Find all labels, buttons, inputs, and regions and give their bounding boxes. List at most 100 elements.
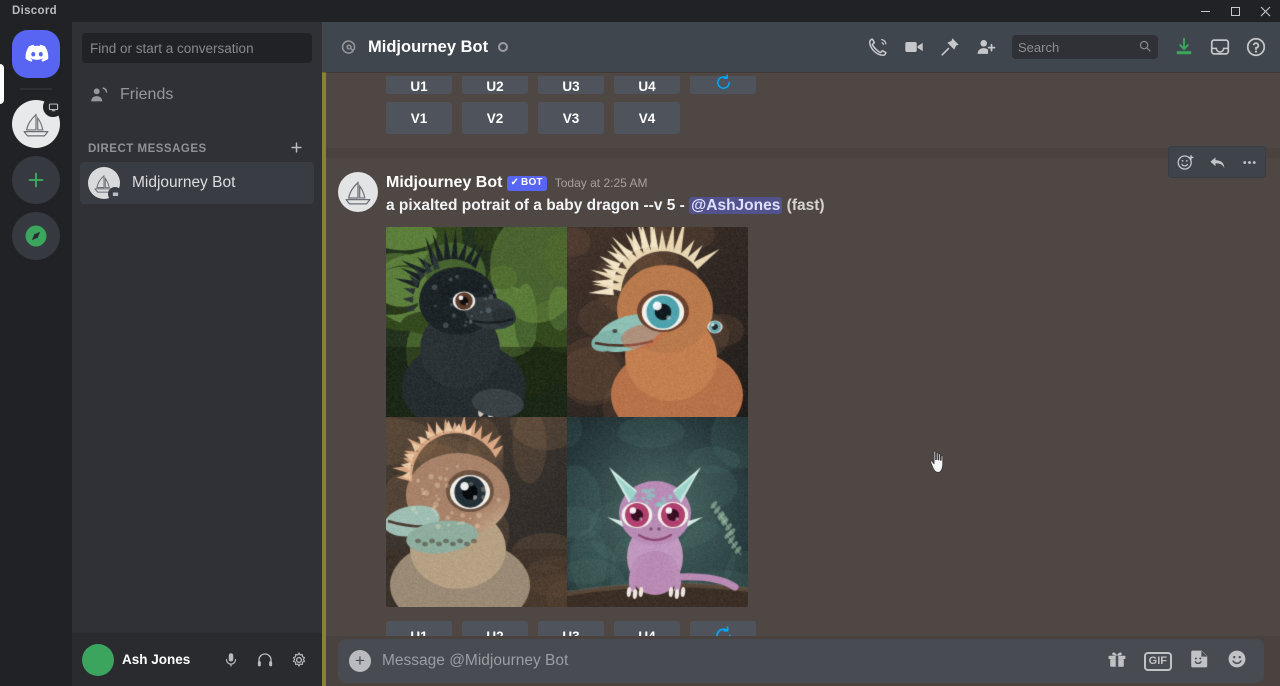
search-icon [1138, 39, 1152, 56]
panel-divider [322, 72, 326, 686]
chat-panel: Midjourney Bot Search U1 U2 U3 U4 V1 V2 … [322, 22, 1280, 686]
v4-button-previous[interactable]: V4 [614, 102, 680, 134]
refresh-button-previous[interactable] [690, 76, 756, 94]
pin-icon[interactable] [934, 31, 966, 63]
message-current: Midjourney Bot ✓ BOT Today at 2:25 AM a … [322, 158, 1280, 659]
refresh-icon [715, 74, 732, 94]
conversation-search-input[interactable]: Find or start a conversation [82, 33, 312, 63]
message-previous: U1 U2 U3 U4 V1 V2 V3 V4 [322, 72, 1280, 148]
search-placeholder: Search [1018, 40, 1138, 55]
active-server-pill [0, 64, 4, 104]
message-header: Midjourney Bot ✓ BOT Today at 2:25 AM [386, 172, 1264, 194]
message-list: U1 U2 U3 U4 V1 V2 V3 V4 Midjourney Bot ✓… [322, 72, 1280, 686]
mention-ashjones[interactable]: @AshJones [689, 197, 782, 214]
monitor-icon [112, 191, 119, 198]
microphone-icon[interactable] [216, 645, 246, 675]
sidebar-item-home[interactable] [12, 30, 60, 78]
app-title: Discord [12, 5, 57, 17]
call-icon[interactable] [862, 31, 894, 63]
monitor-icon [48, 102, 59, 113]
gif-icon[interactable]: GIF [1144, 652, 1172, 671]
channel-header: Midjourney Bot Search [322, 22, 1280, 72]
reply-icon[interactable] [1201, 147, 1233, 177]
headphones-icon[interactable] [250, 645, 280, 675]
composer-wrap: + Message @Midjourney Bot GIF [322, 636, 1280, 686]
dm-sidebar: Find or start a conversation Friends DIR… [72, 22, 322, 686]
add-friend-icon[interactable] [970, 31, 1002, 63]
window-controls [1190, 0, 1280, 22]
message-suffix: (fast) [782, 197, 824, 214]
grid-image-2[interactable] [567, 227, 748, 417]
sailboat-icon [341, 175, 375, 209]
rail-divider [20, 88, 52, 90]
help-icon[interactable] [1240, 31, 1272, 63]
status-offline-icon [498, 42, 508, 52]
u2-button-previous[interactable]: U2 [462, 76, 528, 94]
grid-image-4[interactable] [567, 417, 748, 607]
inbox-download-icon[interactable] [1168, 31, 1200, 63]
inbox-icon[interactable] [1204, 31, 1236, 63]
sidebar-scroll: Friends DIRECT MESSAGES Midjourney Bot [72, 74, 322, 633]
message-composer[interactable]: + Message @Midjourney Bot GIF [338, 639, 1264, 683]
sidebar-item-friends-label: Friends [120, 86, 173, 104]
status-badge [108, 187, 122, 201]
discord-window: Discord Find or start a conversation Fri… [0, 0, 1280, 686]
channel-title: Midjourney Bot [368, 38, 488, 57]
server-rail [0, 22, 72, 686]
plus-icon [25, 169, 47, 191]
new-dm-button[interactable] [289, 140, 306, 158]
message-input-placeholder[interactable]: Message @Midjourney Bot [382, 652, 1106, 670]
image-grid[interactable] [386, 227, 748, 607]
message-hover-actions [1168, 146, 1266, 178]
dm-item-midjourney-bot[interactable]: Midjourney Bot [80, 162, 314, 204]
message-author[interactable]: Midjourney Bot [386, 174, 502, 192]
message-timestamp: Today at 2:25 AM [555, 176, 648, 190]
gear-icon[interactable] [284, 645, 314, 675]
v2-button-previous[interactable]: V2 [462, 102, 528, 134]
grid-image-3[interactable] [386, 417, 567, 607]
emoji-icon[interactable] [1226, 648, 1248, 675]
more-icon[interactable] [1233, 147, 1265, 177]
current-user-name: Ash Jones [122, 652, 190, 667]
conversation-search-placeholder: Find or start a conversation [90, 41, 254, 56]
conversation-search-wrap: Find or start a conversation [72, 22, 322, 74]
bot-tag-label: BOT [521, 177, 543, 188]
u4-button-previous[interactable]: U4 [614, 76, 680, 94]
channel-header-actions: Search [862, 31, 1272, 63]
v3-button-previous[interactable]: V3 [538, 102, 604, 134]
u1-button-previous[interactable]: U1 [386, 76, 452, 94]
attach-button[interactable]: + [338, 650, 382, 672]
video-icon[interactable] [898, 31, 930, 63]
gift-icon[interactable] [1106, 648, 1128, 675]
maximize-button[interactable] [1220, 0, 1250, 22]
grid-image-1[interactable] [386, 227, 567, 417]
add-reaction-icon[interactable] [1169, 147, 1201, 177]
discord-logo-icon [22, 40, 50, 68]
sidebar-item-friends[interactable]: Friends [80, 74, 314, 116]
verified-check-icon: ✓ [510, 177, 519, 188]
close-button[interactable] [1250, 0, 1280, 22]
sticker-icon[interactable] [1188, 648, 1210, 675]
minimize-button[interactable] [1190, 0, 1220, 22]
dm-item-label: Midjourney Bot [132, 174, 235, 192]
sidebar-item-explore[interactable] [12, 212, 60, 260]
composer-icons: GIF [1106, 648, 1248, 675]
message-prompt: a pixalted potrait of a baby dragon --v … [386, 197, 689, 214]
bot-status-badge [43, 97, 63, 117]
plus-icon: + [349, 650, 371, 672]
user-panel-icons [216, 645, 314, 675]
avatar[interactable] [82, 644, 114, 676]
title-bar: Discord [0, 0, 1280, 22]
v1-button-previous[interactable]: V1 [386, 102, 452, 134]
compass-icon [22, 222, 50, 250]
u3-button-previous[interactable]: U3 [538, 76, 604, 94]
variation-button-row-previous: V1 V2 V3 V4 [386, 94, 1264, 134]
search-input[interactable]: Search [1012, 35, 1158, 59]
message-content: a pixalted potrait of a baby dragon --v … [386, 196, 1264, 217]
sidebar-item-add-server[interactable] [12, 156, 60, 204]
avatar[interactable] [338, 172, 378, 212]
direct-messages-header: DIRECT MESSAGES [80, 122, 314, 162]
sidebar-item-midjourney-dm[interactable] [12, 100, 60, 148]
avatar [88, 167, 120, 199]
user-panel: Ash Jones [72, 633, 322, 686]
